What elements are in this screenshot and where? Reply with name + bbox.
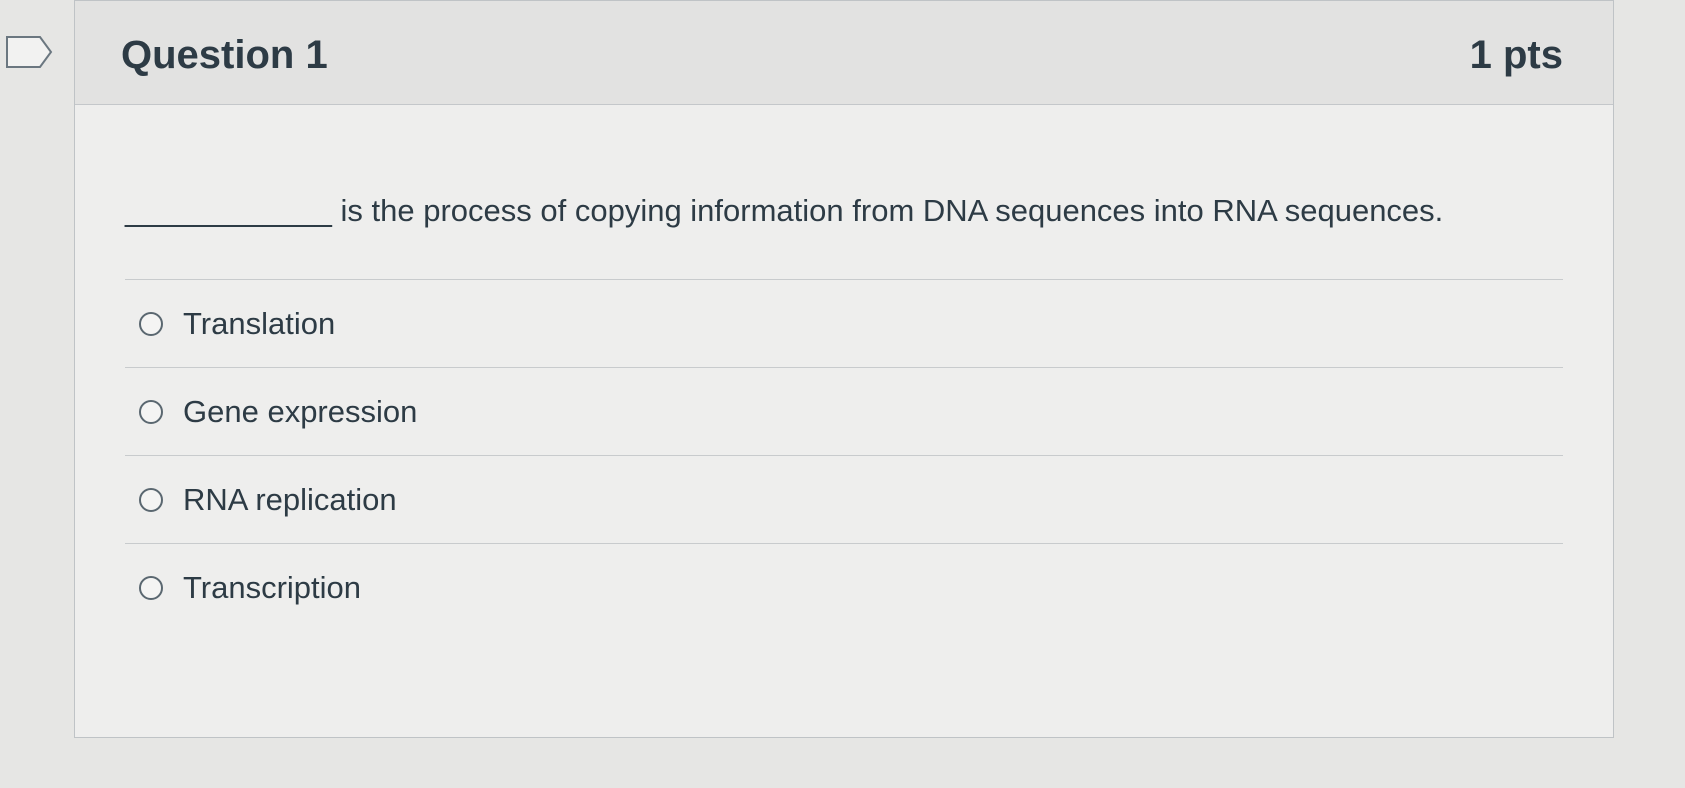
question-points: 1 pts [1469,33,1563,77]
radio-unchecked-icon[interactable] [139,576,163,600]
answer-label: Gene expression [183,393,418,429]
answer-option-translation[interactable]: Translation [125,280,1563,368]
question-header: Question 1 1 pts [75,1,1613,105]
answer-option-transcription[interactable]: Transcription [125,544,1563,632]
answer-option-rna-replication[interactable]: RNA replication [125,456,1563,544]
answer-label: Transcription [183,570,362,605]
fill-in-blank: ____________ [125,193,332,228]
flag-question-icon[interactable] [4,34,54,70]
question-title: Question 1 [121,33,328,77]
question-card: Question 1 1 pts ____________ is the pro… [74,0,1614,738]
answer-option-gene-expression[interactable]: Gene expression [125,368,1563,456]
radio-unchecked-icon[interactable] [139,399,163,424]
question-sentence: is the process of copying information fr… [331,193,1444,228]
answer-label: RNA replication [183,481,397,517]
answer-list: Translation Gene expression RNA replicat… [125,279,1563,632]
question-body: ____________ is the process of copying i… [75,183,1613,632]
question-text: ____________ is the process of copying i… [125,183,1445,239]
answer-label: Translation [183,305,336,341]
radio-unchecked-icon[interactable] [139,487,163,512]
radio-unchecked-icon[interactable] [139,311,163,336]
